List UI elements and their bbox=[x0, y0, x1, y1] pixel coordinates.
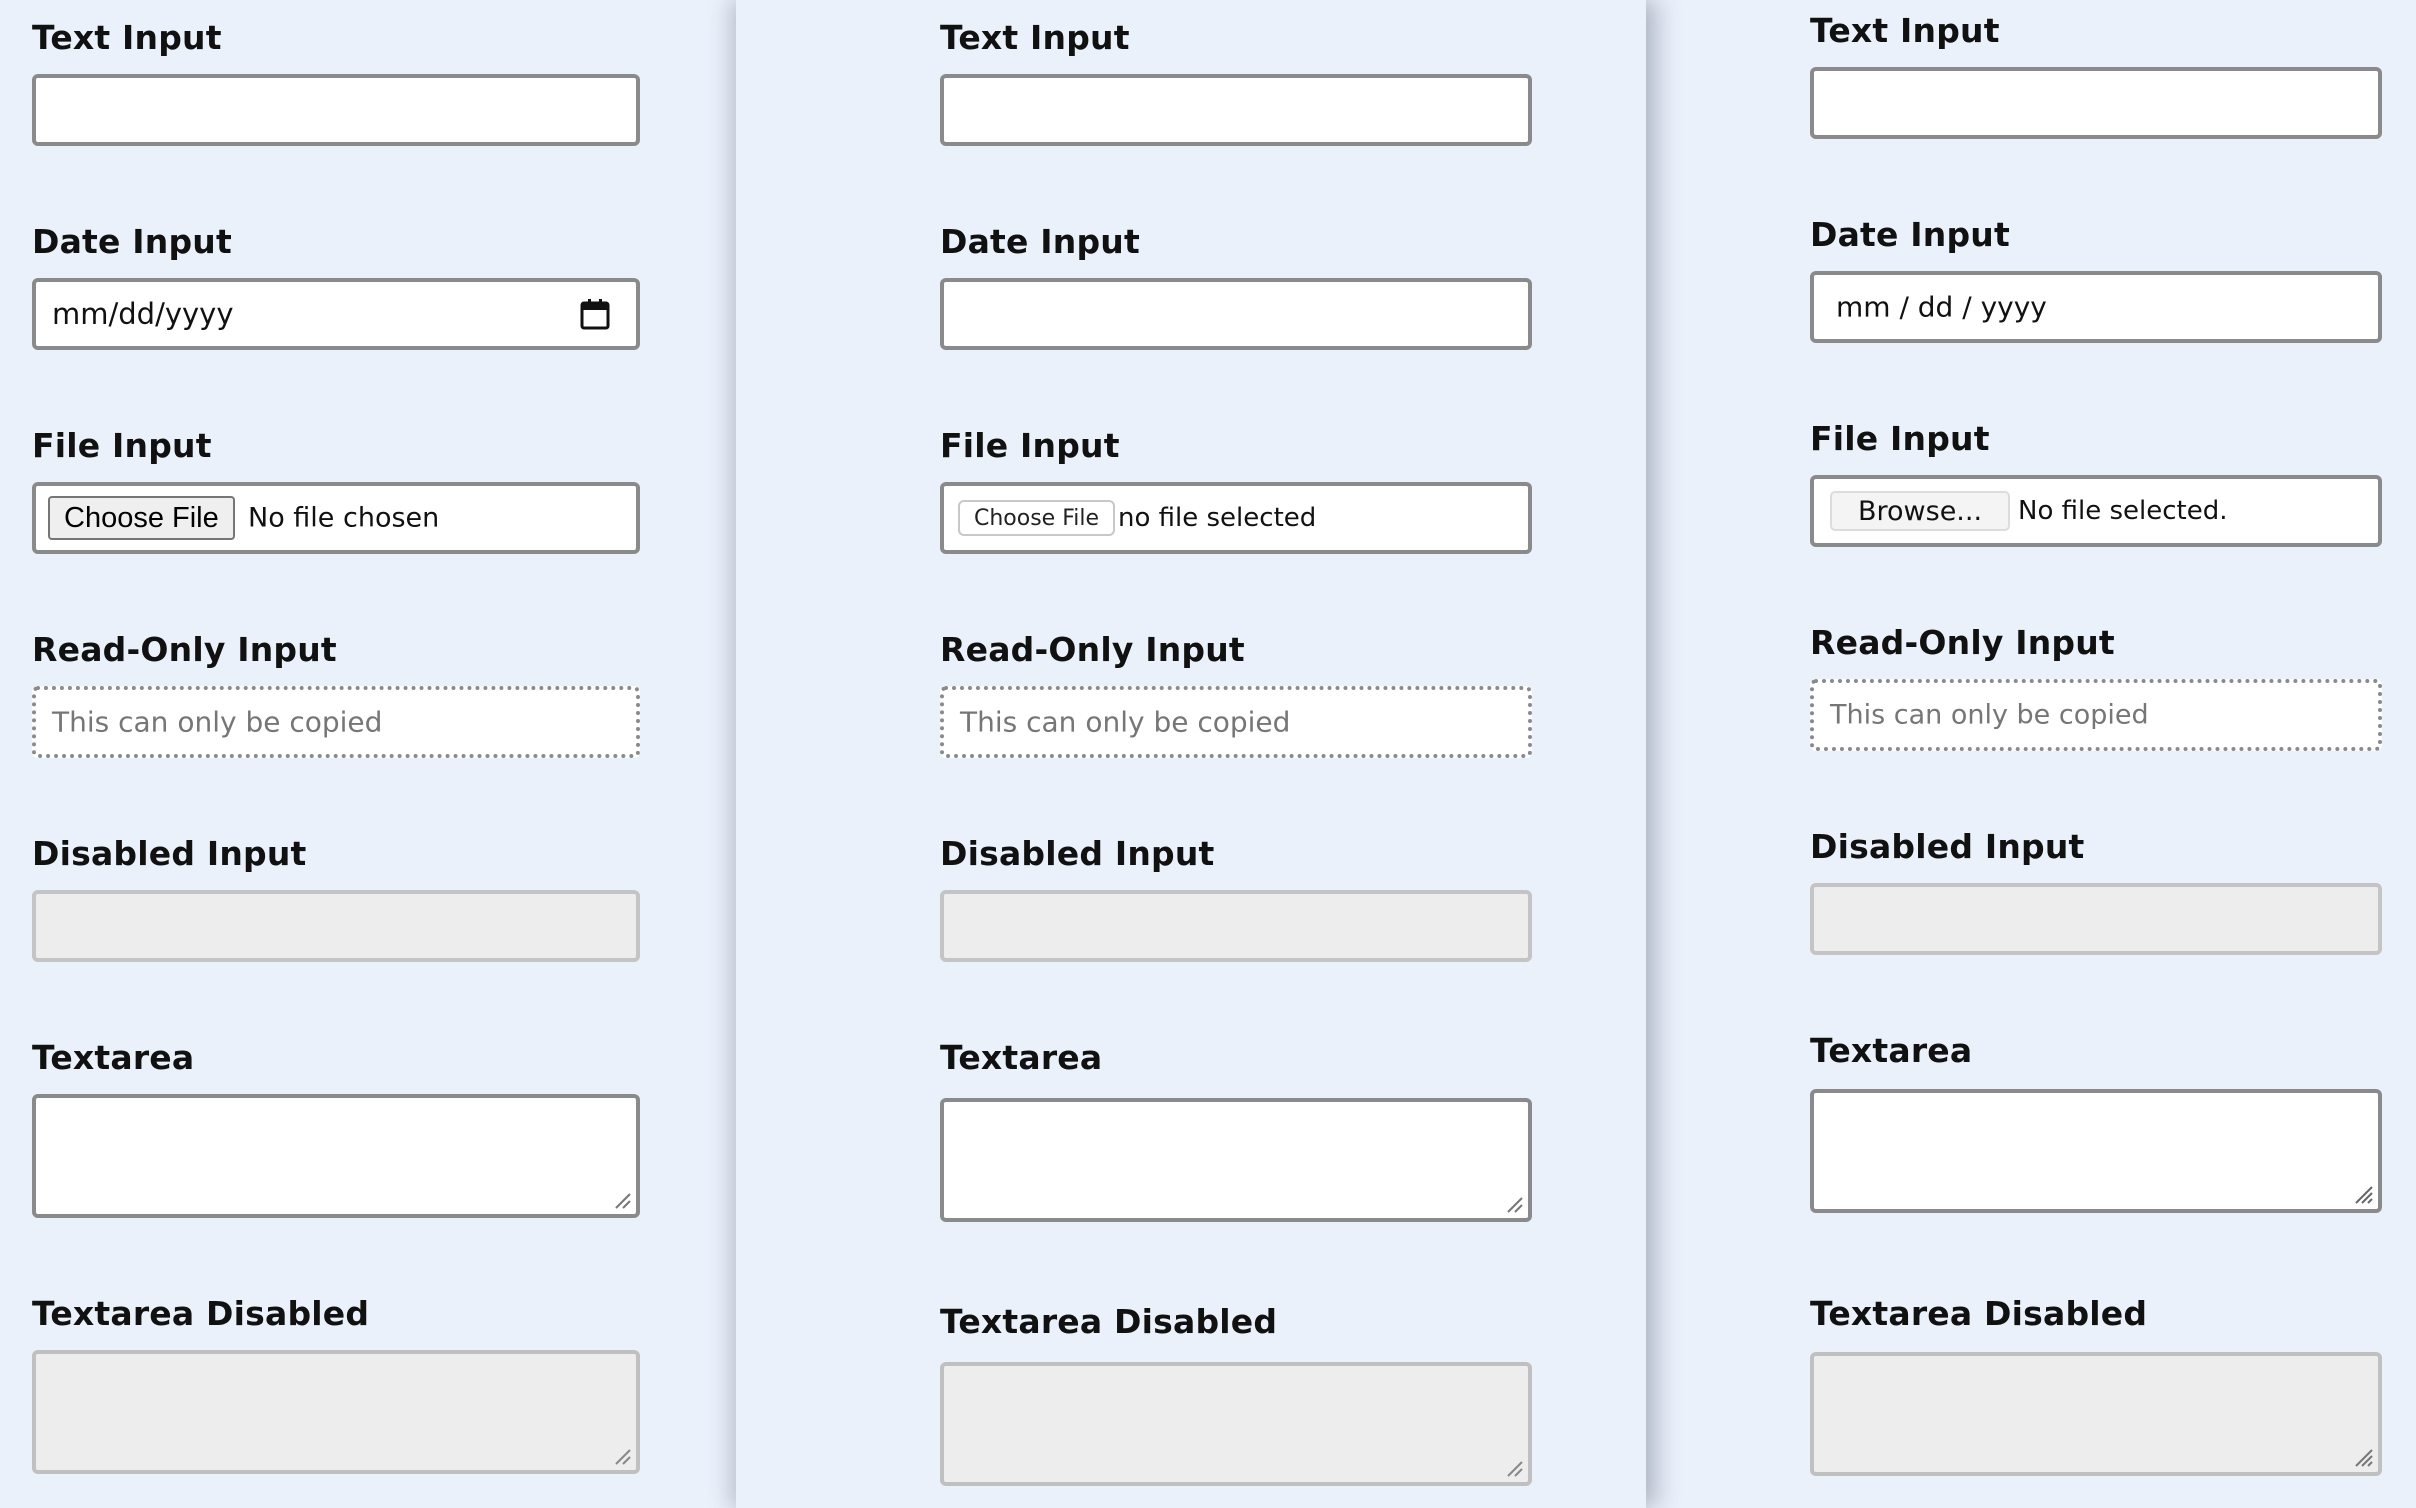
textarea[interactable] bbox=[940, 1098, 1532, 1222]
resize-grip-icon bbox=[2355, 1449, 2373, 1467]
resize-grip-icon[interactable] bbox=[610, 1188, 632, 1210]
resize-grip-icon bbox=[615, 1449, 631, 1465]
textarea-label: Textarea bbox=[32, 1038, 195, 1077]
text-input-label: Text Input bbox=[940, 18, 1130, 57]
text-input[interactable] bbox=[1810, 67, 2382, 139]
textarea-disabled-label: Textarea Disabled bbox=[1810, 1294, 2148, 1333]
readonly-input[interactable]: This can only be copied bbox=[940, 686, 1532, 758]
form-panel-safari: Text Input Date Input File Input Choose … bbox=[736, 0, 1646, 1508]
date-input[interactable] bbox=[940, 278, 1532, 350]
text-input[interactable] bbox=[32, 74, 640, 146]
disabled-input-label: Disabled Input bbox=[940, 834, 1215, 873]
readonly-input-value: This can only be copied bbox=[52, 705, 383, 739]
file-input-label: File Input bbox=[1810, 419, 1990, 458]
form-panel-chrome: Text Input Date Input mm/dd/yyyy File In… bbox=[0, 0, 736, 1508]
date-input-label: Date Input bbox=[940, 222, 1140, 261]
file-status-text: no file selected bbox=[1118, 503, 1317, 533]
calendar-icon[interactable] bbox=[580, 298, 610, 330]
file-input-label: File Input bbox=[940, 426, 1120, 465]
browse-button[interactable]: Browse... bbox=[1830, 491, 2011, 531]
disabled-input-label: Disabled Input bbox=[32, 834, 307, 873]
date-input[interactable]: mm/dd/yyyy bbox=[32, 278, 640, 350]
textarea-label: Textarea bbox=[1810, 1031, 1973, 1070]
resize-grip-icon[interactable] bbox=[2352, 1183, 2374, 1205]
disabled-input bbox=[1810, 883, 2382, 955]
disabled-input-label: Disabled Input bbox=[1810, 827, 2085, 866]
date-input-label: Date Input bbox=[32, 222, 232, 261]
choose-file-button[interactable]: Choose File bbox=[958, 500, 1116, 536]
resize-grip-icon[interactable] bbox=[1502, 1192, 1524, 1214]
textarea-disabled bbox=[32, 1350, 640, 1474]
form-panel-firefox: Text Input Date Input mm / dd / yyyy Fil… bbox=[1646, 0, 2416, 1508]
resize-grip-icon bbox=[1507, 1461, 1523, 1477]
text-input[interactable] bbox=[940, 74, 1532, 146]
file-input[interactable]: Choose File no file selected bbox=[940, 482, 1532, 554]
date-input-label: Date Input bbox=[1810, 215, 2010, 254]
date-input-value: mm / dd / yyyy bbox=[1836, 290, 2047, 324]
readonly-input-value: This can only be copied bbox=[1830, 699, 2149, 731]
textarea-disabled bbox=[940, 1362, 1532, 1486]
text-input-label: Text Input bbox=[32, 18, 222, 57]
readonly-input-value: This can only be copied bbox=[960, 705, 1291, 739]
readonly-input[interactable]: This can only be copied bbox=[1810, 679, 2382, 751]
date-input[interactable]: mm / dd / yyyy bbox=[1810, 271, 2382, 343]
file-input-label: File Input bbox=[32, 426, 212, 465]
disabled-input bbox=[32, 890, 640, 962]
text-input-label: Text Input bbox=[1810, 11, 2000, 50]
textarea-disabled-label: Textarea Disabled bbox=[32, 1294, 370, 1333]
textarea-disabled-label: Textarea Disabled bbox=[940, 1302, 1278, 1341]
date-input-value: mm/dd/yyyy bbox=[52, 297, 234, 331]
textarea-disabled bbox=[1810, 1352, 2382, 1476]
readonly-input-label: Read-Only Input bbox=[940, 630, 1245, 669]
textarea-label: Textarea bbox=[940, 1038, 1103, 1077]
file-input[interactable]: Choose File No file chosen bbox=[32, 482, 640, 554]
file-status-text: No file selected. bbox=[2018, 496, 2228, 526]
choose-file-button[interactable]: Choose File bbox=[48, 496, 235, 540]
file-status-text: No file chosen bbox=[248, 502, 440, 534]
readonly-input-label: Read-Only Input bbox=[1810, 623, 2115, 662]
readonly-input-label: Read-Only Input bbox=[32, 630, 337, 669]
readonly-input[interactable]: This can only be copied bbox=[32, 686, 640, 758]
textarea[interactable] bbox=[32, 1094, 640, 1218]
textarea[interactable] bbox=[1810, 1089, 2382, 1213]
file-input[interactable]: Browse... No file selected. bbox=[1810, 475, 2382, 547]
disabled-input bbox=[940, 890, 1532, 962]
